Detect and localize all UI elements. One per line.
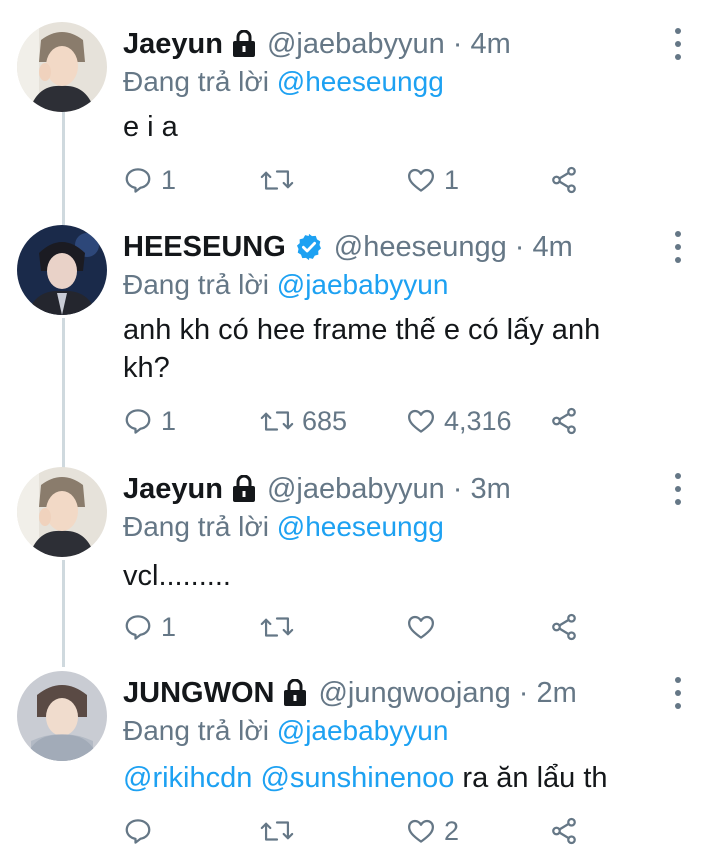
replying-to: Đang trả lời @jaebabyyun	[123, 269, 448, 301]
display-name[interactable]: JUNGWON	[123, 677, 274, 710]
reply-count: 1	[161, 405, 177, 436]
more-vertical-icon[interactable]	[674, 473, 682, 505]
retweet-icon	[260, 411, 294, 431]
avatar[interactable]	[17, 467, 107, 557]
reply-button[interactable]	[123, 813, 161, 849]
tweet-text-line: ra ăn lẩu th	[454, 762, 608, 794]
replying-to-mention[interactable]: @heeseungg	[277, 66, 444, 97]
share-button[interactable]	[549, 609, 579, 645]
share-icon	[552, 817, 576, 845]
retweet-button[interactable]	[260, 813, 302, 849]
reply-icon	[125, 819, 151, 844]
tweet-header: Jaeyun @jaebabyyun · 3m	[123, 467, 511, 511]
reply-count: 1	[161, 164, 177, 195]
reply-button[interactable]: 1	[123, 162, 176, 198]
more-vertical-icon[interactable]	[674, 231, 682, 263]
tweet-text: vcl.........	[123, 557, 663, 595]
like-count: 2	[444, 815, 460, 846]
like-count: 1	[444, 164, 460, 195]
heart-icon	[408, 168, 434, 192]
tweet[interactable]: JUNGWON @jungwoojang · 2m Đang trả lời @…	[0, 671, 720, 855]
reply-icon	[125, 168, 151, 193]
tweet-text: @rikihcdn @sunshinenoo ra ăn lẩu th	[123, 759, 663, 797]
avatar-image	[17, 467, 107, 557]
reply-button[interactable]: 1	[123, 609, 176, 645]
avatar[interactable]	[17, 22, 107, 112]
replying-prefix: Đang trả lời	[123, 511, 277, 542]
tweet[interactable]: Jaeyun @jaebabyyun · 3m Đang trả lời @he…	[0, 467, 720, 657]
tweet-text-line: kh?	[123, 352, 170, 384]
retweet-button[interactable]: 685	[260, 403, 347, 439]
heart-icon	[408, 615, 434, 639]
lock-icon	[231, 475, 257, 503]
retweet-icon	[260, 617, 294, 637]
lock-icon	[231, 30, 257, 58]
replying-to: Đang trả lời @heeseungg	[123, 511, 444, 543]
retweet-count: 685	[302, 405, 348, 436]
heart-icon	[408, 819, 434, 843]
replying-to: Đang trả lời @jaebabyyun	[123, 715, 448, 747]
replying-to-mention[interactable]: @heeseungg	[277, 511, 444, 542]
avatar[interactable]	[17, 225, 107, 315]
reply-button[interactable]: 1	[123, 403, 176, 439]
replying-to-mention[interactable]: @jaebabyyun	[277, 715, 449, 746]
tweet[interactable]: HEESEUNG @heeseungg · 4m Đang trả lời @j…	[0, 225, 720, 457]
tweet-actions: 1 1	[123, 162, 603, 198]
retweet-button[interactable]	[260, 162, 302, 198]
like-button[interactable]: 2	[406, 813, 459, 849]
reply-icon	[125, 615, 151, 640]
tweet-text-line: anh kh có hee frame thế e có lấy anh	[123, 314, 601, 346]
tweet-text: anh kh có hee frame thế e có lấy anh kh?	[123, 311, 663, 387]
avatar-image	[17, 225, 107, 315]
more-vertical-icon[interactable]	[674, 677, 682, 709]
tweet[interactable]: Jaeyun @jaebabyyun · 4m Đang trả lời @he…	[0, 22, 720, 212]
share-button[interactable]	[549, 813, 579, 849]
handle-and-time[interactable]: @jungwoojang · 2m	[318, 677, 576, 710]
reply-icon	[125, 409, 151, 434]
replying-to: Đang trả lời @heeseungg	[123, 66, 444, 98]
retweet-icon	[260, 170, 294, 190]
replying-prefix: Đang trả lời	[123, 66, 277, 97]
tweet-actions: 2	[123, 813, 603, 849]
replying-prefix: Đang trả lời	[123, 715, 277, 746]
replying-to-mention[interactable]: @jaebabyyun	[277, 269, 449, 300]
mention-link[interactable]: @sunshinenoo	[260, 762, 454, 794]
display-name[interactable]: Jaeyun	[123, 28, 223, 61]
display-name[interactable]: Jaeyun	[123, 473, 223, 506]
like-button[interactable]: 4,316	[406, 403, 512, 439]
avatar-image	[17, 671, 107, 761]
more-vertical-icon[interactable]	[674, 28, 682, 60]
mention-link[interactable]: @rikihcdn	[123, 762, 252, 794]
share-icon	[552, 407, 576, 435]
handle-and-time[interactable]: @jaebabyyun · 4m	[267, 28, 511, 61]
share-icon	[552, 613, 576, 641]
avatar[interactable]	[17, 671, 107, 761]
avatar-image	[17, 22, 107, 112]
tweet-header: Jaeyun @jaebabyyun · 4m	[123, 22, 511, 66]
tweet-actions: 1 685 4,316	[123, 403, 603, 439]
reply-count: 1	[161, 611, 177, 642]
tweet-text: e i a	[123, 108, 663, 146]
retweet-button[interactable]	[260, 609, 302, 645]
tweet-text-line: e i a	[123, 111, 178, 143]
tweet-actions: 1	[123, 609, 603, 645]
verified-badge-icon	[294, 232, 324, 262]
tweet-header: HEESEUNG @heeseungg · 4m	[123, 225, 573, 269]
like-count: 4,316	[444, 405, 512, 436]
lock-icon	[282, 679, 308, 707]
replying-prefix: Đang trả lời	[123, 269, 277, 300]
share-icon	[552, 166, 576, 194]
handle-and-time[interactable]: @jaebabyyun · 3m	[267, 473, 511, 506]
tweet-header: JUNGWON @jungwoojang · 2m	[123, 671, 577, 715]
like-button[interactable]	[406, 609, 444, 645]
share-button[interactable]	[549, 162, 579, 198]
display-name[interactable]: HEESEUNG	[123, 231, 286, 264]
tweet-text-line: vcl.........	[123, 560, 231, 592]
handle-and-time[interactable]: @heeseungg · 4m	[334, 231, 573, 264]
share-button[interactable]	[549, 403, 579, 439]
retweet-icon	[260, 821, 294, 841]
like-button[interactable]: 1	[406, 162, 459, 198]
heart-icon	[408, 409, 434, 433]
